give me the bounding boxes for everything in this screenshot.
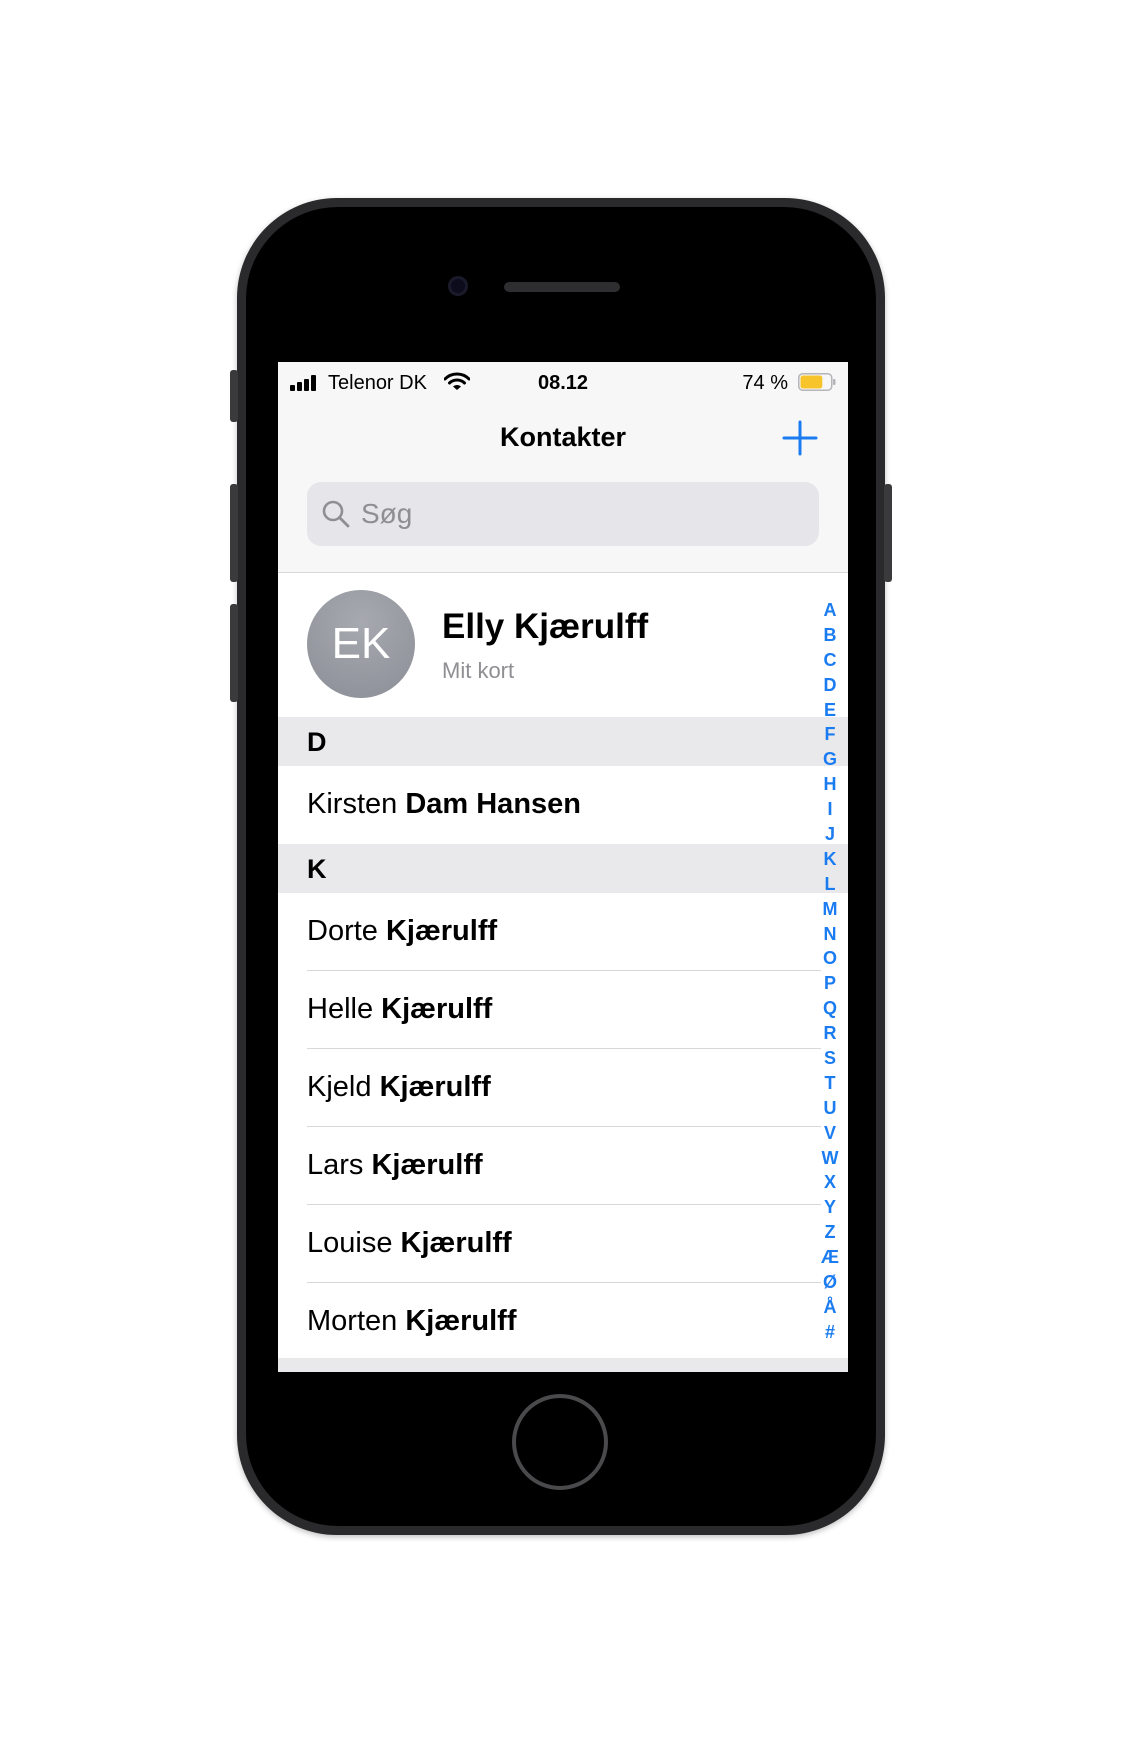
- contact-row[interactable]: Kjeld Kjærulff: [278, 1049, 848, 1127]
- volume-down-button: [230, 604, 238, 702]
- battery-percentage: 74 %: [742, 372, 788, 394]
- my-card-subtitle: Mit kort: [442, 658, 515, 683]
- index-letter[interactable]: L: [818, 872, 842, 897]
- index-letter[interactable]: X: [818, 1170, 842, 1195]
- index-letter[interactable]: N: [818, 922, 842, 947]
- section-header-d: D: [278, 717, 848, 766]
- contact-first-name: Lars: [307, 1149, 364, 1181]
- index-letter[interactable]: E: [818, 698, 842, 723]
- contact-name: Kjeld Kjærulff: [307, 1071, 491, 1104]
- index-letter[interactable]: W: [818, 1146, 842, 1171]
- contact-first-name: Kirsten: [307, 788, 398, 820]
- home-button[interactable]: [512, 1394, 608, 1490]
- index-letter[interactable]: I: [818, 797, 842, 822]
- volume-up-button: [230, 484, 238, 582]
- index-letter[interactable]: B: [818, 623, 842, 648]
- earpiece-speaker: [504, 282, 620, 292]
- my-card[interactable]: EK Elly Kjærulff Mit kort: [278, 573, 848, 717]
- index-letter[interactable]: C: [818, 648, 842, 673]
- index-letter[interactable]: D: [818, 673, 842, 698]
- alphabet-index[interactable]: A B C D E F G H I J K L M N O P Q R S T U V W X Y Z Æ Ø Å #: [818, 598, 842, 1345]
- page-title: Kontakter: [499, 422, 627, 452]
- index-letter[interactable]: Z: [818, 1220, 842, 1245]
- mute-switch: [230, 370, 238, 422]
- section-letter: D: [307, 727, 327, 757]
- index-letter[interactable]: S: [818, 1046, 842, 1071]
- index-letter[interactable]: V: [818, 1121, 842, 1146]
- index-letter[interactable]: G: [818, 747, 842, 772]
- index-letter[interactable]: M: [818, 897, 842, 922]
- avatar: EK: [307, 590, 415, 698]
- header-area: Telenor DK 08.12 74 % Kontakter: [278, 362, 848, 573]
- index-letter[interactable]: Å: [818, 1295, 842, 1320]
- search-icon: [322, 500, 350, 528]
- contact-last-name: Kjærulff: [371, 1149, 483, 1181]
- contact-first-name: Helle: [307, 993, 374, 1025]
- search-input[interactable]: [361, 482, 801, 546]
- contact-name: Dorte Kjærulff: [307, 915, 497, 948]
- index-letter[interactable]: Q: [818, 996, 842, 1021]
- contact-last-name: Kjærulff: [405, 1305, 517, 1337]
- index-letter[interactable]: Ø: [818, 1270, 842, 1295]
- contact-last-name: Kjærulff: [400, 1227, 512, 1259]
- index-letter[interactable]: F: [818, 722, 842, 747]
- contact-last-name: Kjærulff: [379, 1071, 491, 1103]
- front-camera: [448, 276, 468, 296]
- contact-name: Louise Kjærulff: [307, 1227, 512, 1260]
- screen: Telenor DK 08.12 74 % Kontakter Søg EK E…: [278, 362, 848, 1372]
- contact-row[interactable]: Helle Kjærulff: [278, 971, 848, 1049]
- contact-row[interactable]: Louise Kjærulff: [278, 1205, 848, 1283]
- status-bar: Telenor DK 08.12 74 %: [278, 362, 848, 402]
- section-letter: K: [307, 854, 327, 884]
- contact-name: Morten Kjærulff: [307, 1305, 517, 1338]
- index-letter[interactable]: #: [818, 1320, 842, 1345]
- list-bottom-strip: [278, 1358, 848, 1372]
- section-header-k: K: [278, 844, 848, 893]
- my-card-name: Elly Kjærulff: [442, 607, 649, 646]
- contact-first-name: Louise: [307, 1227, 393, 1259]
- add-contact-button[interactable]: [782, 420, 818, 456]
- contact-name: Helle Kjærulff: [307, 993, 492, 1026]
- index-letter[interactable]: Y: [818, 1195, 842, 1220]
- index-letter[interactable]: T: [818, 1071, 842, 1096]
- index-letter[interactable]: H: [818, 772, 842, 797]
- battery-icon: [798, 373, 836, 391]
- contact-name: Lars Kjærulff: [307, 1149, 483, 1182]
- contact-name: Kirsten Dam Hansen: [307, 788, 581, 821]
- search-bar[interactable]: [307, 482, 819, 546]
- contact-row[interactable]: Lars Kjærulff: [278, 1127, 848, 1205]
- index-letter[interactable]: A: [818, 598, 842, 623]
- index-letter[interactable]: K: [818, 847, 842, 872]
- contact-row[interactable]: Dorte Kjærulff: [278, 893, 848, 971]
- contact-row[interactable]: Kirsten Dam Hansen: [278, 766, 848, 844]
- contact-first-name: Morten: [307, 1305, 398, 1337]
- contact-last-name: Kjærulff: [381, 993, 493, 1025]
- contact-last-name: Kjærulff: [385, 915, 498, 947]
- index-letter[interactable]: R: [818, 1021, 842, 1046]
- plus-icon: [782, 420, 818, 456]
- index-letter[interactable]: P: [818, 971, 842, 996]
- contact-row[interactable]: Morten Kjærulff: [278, 1283, 848, 1361]
- index-letter[interactable]: Æ: [818, 1245, 842, 1270]
- index-letter[interactable]: J: [818, 822, 842, 847]
- contact-last-name: Dam Hansen: [405, 788, 581, 820]
- contact-first-name: Dorte: [307, 915, 378, 947]
- index-letter[interactable]: O: [818, 946, 842, 971]
- power-button: [884, 484, 892, 582]
- contact-first-name: Kjeld: [307, 1071, 372, 1103]
- index-letter[interactable]: U: [818, 1096, 842, 1121]
